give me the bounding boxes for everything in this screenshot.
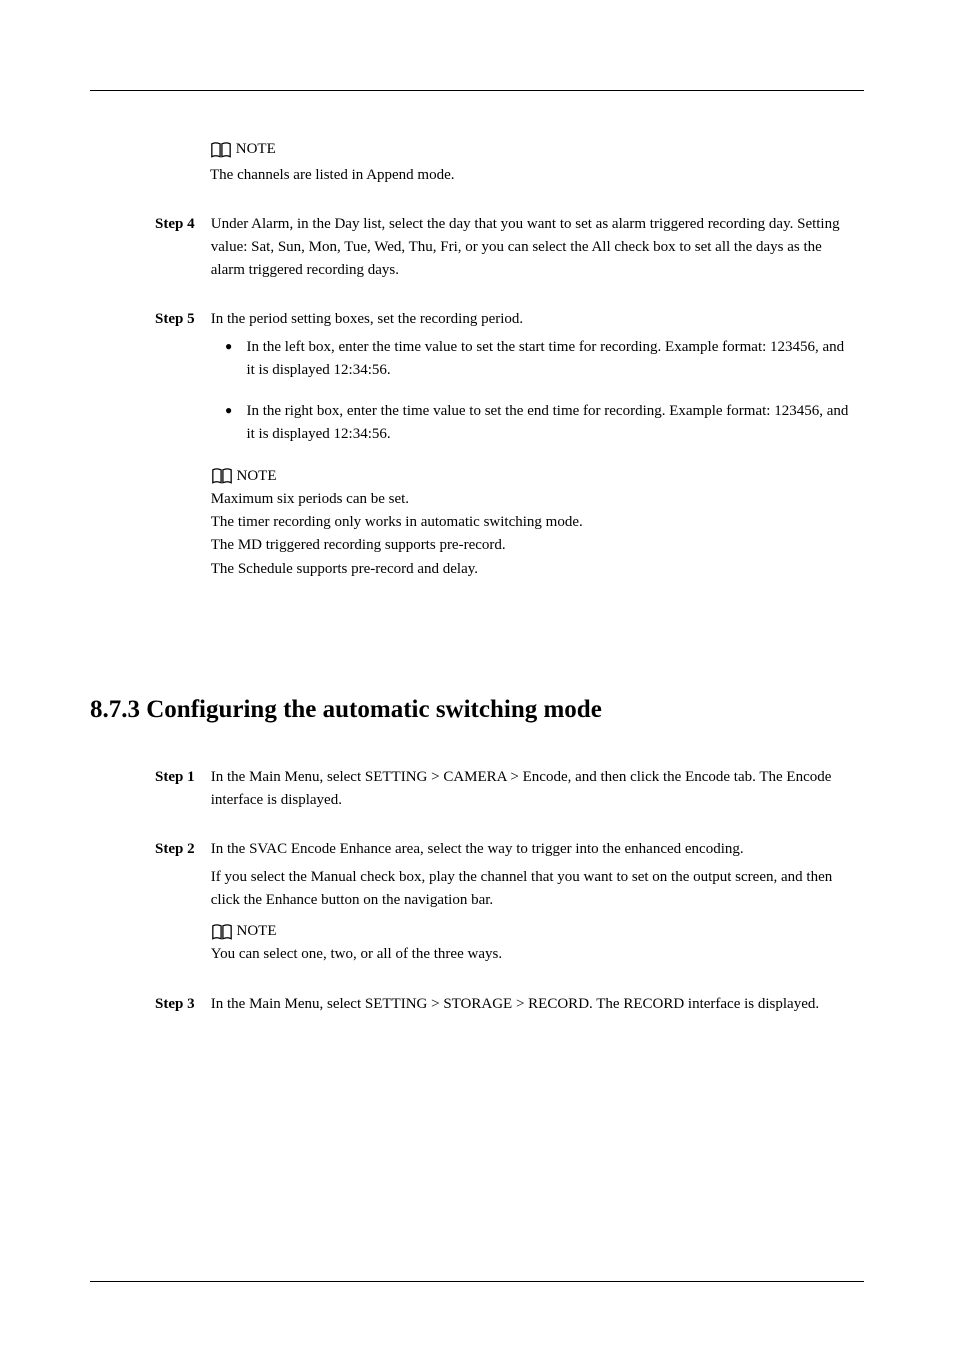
bstep3-label: Step 3	[155, 993, 207, 1016]
note2-line: Maximum six periods can be set.	[211, 488, 851, 511]
note1-text: The channels are listed in Append mode.	[210, 164, 864, 187]
step5-text: In the period setting boxes, set the rec…	[211, 311, 523, 327]
list-item: • In the right box, enter the time value…	[225, 400, 851, 447]
bstep1-label: Step 1	[155, 766, 207, 789]
book-icon	[210, 142, 232, 158]
note2-line: The MD triggered recording supports pre-…	[211, 534, 851, 557]
step5-label: Step 5	[155, 308, 207, 331]
bstep3-text: In the Main Menu, select SETTING > STORA…	[211, 993, 851, 1016]
note2-label: NOTE	[237, 468, 277, 484]
book-icon	[211, 468, 233, 484]
bullet-icon: •	[225, 400, 233, 422]
bstep2-subtext: If you select the Manual check box, play…	[211, 866, 851, 913]
note2-line: The Schedule supports pre-record and del…	[211, 558, 851, 581]
list-item: • In the left box, enter the time value …	[225, 336, 851, 383]
bullet-icon: •	[225, 336, 233, 358]
bstep2-label: Step 2	[155, 838, 207, 861]
bstep2-note-label: NOTE	[237, 923, 277, 939]
section-heading: 8.7.3 Configuring the automatic switchin…	[90, 696, 864, 724]
book-icon	[211, 924, 233, 940]
bstep1-text: In the Main Menu, select SETTING > CAMER…	[211, 766, 851, 813]
note1-label: NOTE	[236, 141, 276, 157]
bstep2-note-text: You can select one, two, or all of the t…	[211, 943, 851, 966]
bstep2-text: In the SVAC Encode Enhance area, select …	[211, 841, 744, 857]
step4-text: Under Alarm, in the Day list, select the…	[211, 213, 851, 283]
note2-line: The timer recording only works in automa…	[211, 511, 851, 534]
step4-label: Step 4	[155, 213, 207, 236]
